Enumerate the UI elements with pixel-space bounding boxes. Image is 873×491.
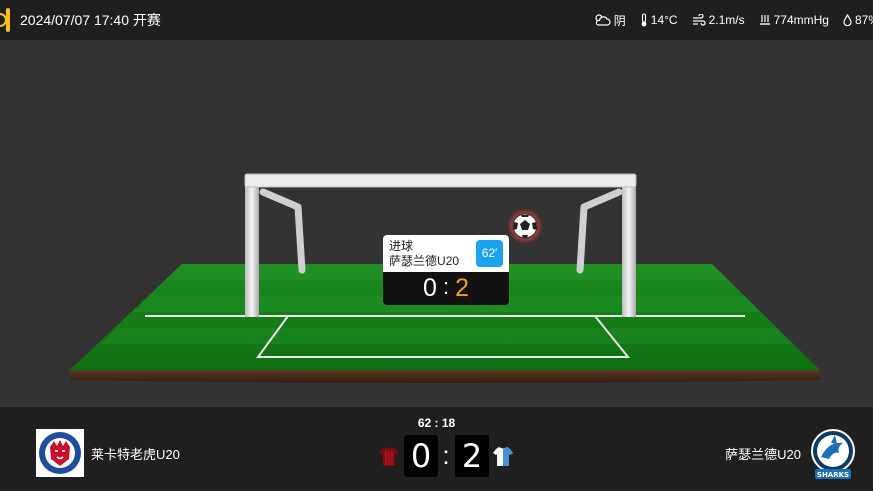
event-minute-badge: 62′ xyxy=(476,240,503,267)
away-team-name: 萨瑟兰德U20 xyxy=(725,447,801,462)
home-score: 0 xyxy=(404,435,438,477)
home-team-logo xyxy=(36,429,84,477)
event-type: 进球 xyxy=(389,239,414,253)
thermometer-icon xyxy=(641,13,647,27)
home-kit-icon xyxy=(379,447,399,466)
weather-temperature: 14°C xyxy=(640,13,678,27)
score-separator: : xyxy=(442,440,450,470)
match-clock: 62 : 18 xyxy=(417,416,456,430)
goal-back-post-right xyxy=(580,188,623,211)
event-score-separator: : xyxy=(442,274,450,299)
event-score-home: 0 xyxy=(423,274,437,302)
event-team: 萨瑟兰德U20 xyxy=(389,254,460,268)
event-info: 进球 萨瑟兰德U20 62′ xyxy=(383,235,509,272)
wind-value: 2.1m/s xyxy=(708,13,745,27)
pitch-stage xyxy=(0,40,873,407)
weather-humidity: 87% xyxy=(843,13,873,27)
pressure-value: 774mmHg xyxy=(773,13,829,27)
scoreboard-bar: 莱卡特老虎U20 62 : 18 0 : 2 萨瑟兰德U20 SHARKS xyxy=(0,407,873,491)
humidity-value: 87% xyxy=(854,13,873,27)
away-team-logo: SHARKS xyxy=(809,429,857,481)
weather-condition: 阴 xyxy=(593,12,626,29)
cloudy-sun-icon xyxy=(595,14,611,26)
ball-patch xyxy=(521,215,529,217)
tiger-crest-icon xyxy=(36,429,84,477)
event-score: 0:2 xyxy=(383,272,509,305)
temperature-value: 14°C xyxy=(650,13,678,27)
pitch-stripe xyxy=(102,328,792,344)
top-bar: 2024/07/07 17:40 开赛 阴 14°C 2.1m/s 774mmH… xyxy=(0,0,873,40)
match-kickoff-time: 2024/07/07 17:40 开赛 xyxy=(20,12,161,28)
live-indicator xyxy=(0,8,10,32)
wind-icon xyxy=(692,14,706,26)
shark-logo-text: SHARKS xyxy=(817,471,849,479)
live-bar xyxy=(6,8,10,32)
away-score: 2 xyxy=(455,435,489,477)
water-drop-icon xyxy=(843,14,852,26)
goal-post-right xyxy=(622,176,636,317)
pitch-soil-edge xyxy=(70,370,820,383)
ball-patch xyxy=(522,235,528,238)
goal-back-post-right-vertical xyxy=(576,203,588,274)
event-score-away: 2 xyxy=(455,274,469,302)
goal-post-left xyxy=(245,176,259,317)
away-kit-icon xyxy=(493,447,513,466)
goal-back-post-left-vertical xyxy=(294,203,306,274)
weather-bar: 阴 14°C 2.1m/s 774mmHg 87 xyxy=(593,10,873,30)
shark-crest-icon: SHARKS xyxy=(811,429,855,479)
weather-pressure: 774mmHg xyxy=(759,13,829,27)
home-team-name: 莱卡特老虎U20 xyxy=(91,447,180,462)
weather-wind: 2.1m/s xyxy=(692,13,745,27)
pressure-icon xyxy=(759,15,770,25)
goal-crossbar xyxy=(244,173,637,188)
weather-condition-label: 阴 xyxy=(613,13,626,28)
goal-event-popup: 进球 萨瑟兰德U20 62′ 0:2 xyxy=(383,235,509,305)
goal-back-post-left xyxy=(259,188,302,211)
pitch-illustration xyxy=(70,173,820,383)
